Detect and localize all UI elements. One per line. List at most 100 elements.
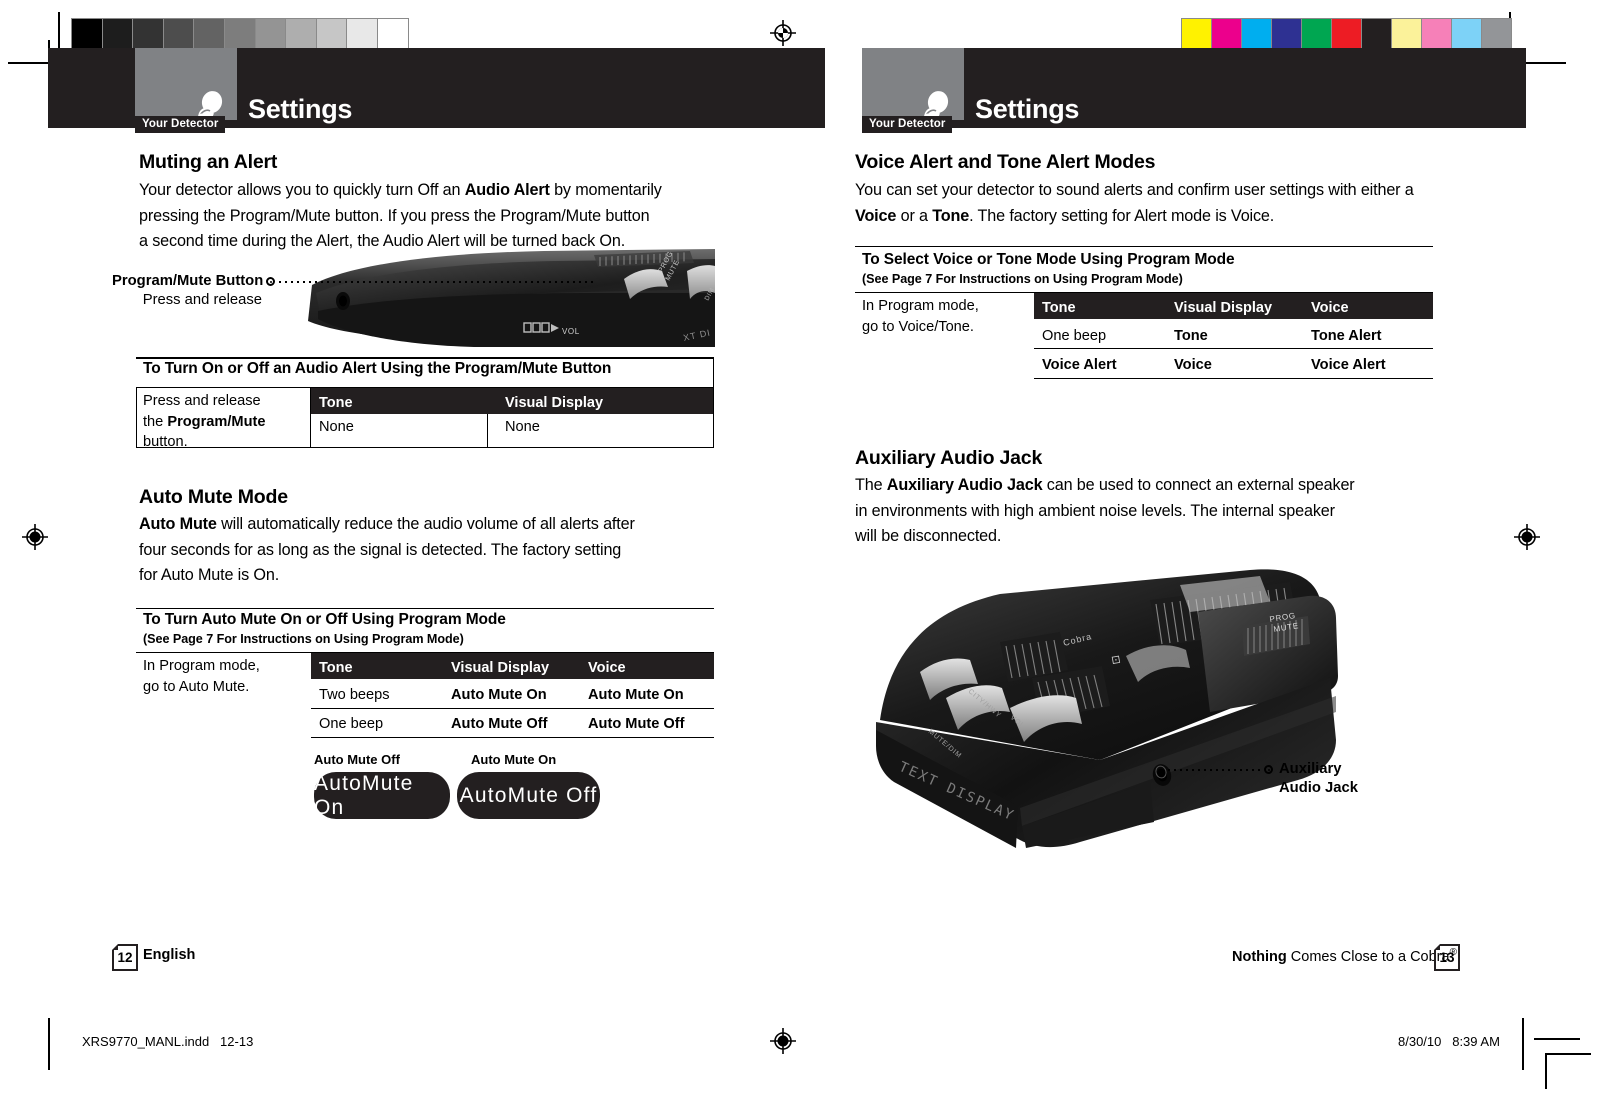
table2-subtitle: (See Page 7 For Instructions on Using Pr… [143, 632, 464, 646]
text-line: Your detector allows you to quickly turn… [139, 181, 662, 199]
gray-swatch-9 [347, 19, 378, 50]
program-mute-callout: Program/Mute Button Press and release [112, 272, 264, 310]
table3-r2c2: Voice [1174, 357, 1212, 373]
right-page-title: Settings [975, 94, 1080, 124]
registration-mark-left [22, 524, 48, 550]
table3-col-voice: Voice [1311, 300, 1349, 316]
color-swatch-1 [1212, 19, 1242, 50]
aux-jack-callout-line1: Auxiliary [1279, 761, 1342, 777]
left-section1-heading: Muting an Alert [139, 151, 278, 173]
tagline-bold: Nothing [1232, 948, 1287, 965]
text-line: the Program/Mute [143, 413, 266, 430]
text-line: pressing the Program/Mute button. If you… [139, 206, 650, 225]
text-line: button. [143, 434, 188, 450]
table1-vrule-left [136, 387, 137, 448]
table2-header-row: Tone Visual Display Voice [311, 653, 714, 679]
left-section2-body: Auto Mute will automatically reduce the … [139, 512, 699, 589]
table1-rule-bottom [136, 447, 714, 448]
right-section1-heading: Voice Alert and Tone Alert Modes [855, 151, 1156, 173]
table2-r1c3: Auto Mute On [588, 687, 684, 703]
table2-r2c1: One beep [319, 716, 384, 732]
table1-vrule-2 [487, 414, 488, 448]
registration-mark-top [770, 20, 796, 46]
table1-vrule-3 [713, 357, 714, 448]
table2-r1c1: Two beeps [319, 687, 390, 703]
table2-r1c2: Auto Mute On [451, 687, 547, 703]
table2-r2c2: Auto Mute Off [451, 716, 548, 732]
crop-mark-bl-v [48, 1018, 50, 1070]
grayscale-calibration-bar [71, 18, 409, 51]
slug-filename: XRS9770_MANL.indd 12-13 [82, 1034, 253, 1049]
aux-jack-callout: Auxiliary Audio Jack [1279, 760, 1358, 798]
text-line: In Program mode, [862, 298, 979, 314]
registration-mark-bottom [770, 1028, 796, 1054]
aux-jack-dot [1264, 765, 1273, 774]
table2-col-tone: Tone [319, 660, 353, 676]
table3-col-visual: Visual Display [1174, 300, 1273, 316]
crop-mark-br-v [1522, 1018, 1524, 1070]
left-section2-heading: Auto Mute Mode [139, 486, 288, 508]
table1-side-cell: Press and release the Program/Mute button. [143, 391, 303, 453]
color-swatch-10 [1482, 19, 1511, 50]
slug-timestamp: 8/30/10 8:39 AM [1398, 1034, 1500, 1049]
left-header-breadcrumb-chip: Your Detector [135, 116, 225, 133]
table3-row-rule [1034, 348, 1433, 349]
left-page-title: Settings [248, 94, 353, 124]
aux-jack-callout-line2: Audio Jack [1279, 780, 1358, 796]
table3-col-tone: Tone [1042, 300, 1076, 316]
text-line: The Auxiliary Audio Jack can be used to … [855, 476, 1355, 494]
table1-cell-visual: None [505, 419, 540, 435]
text-line: will be disconnected. [855, 527, 1002, 545]
crop-mark-br-v2 [1545, 1053, 1547, 1089]
text-line: for Auto Mute is On. [139, 566, 280, 584]
color-swatch-8 [1422, 19, 1452, 50]
right-section1-body: You can set your detector to sound alert… [855, 178, 1455, 229]
right-page-number: 13 [1434, 944, 1460, 971]
table3-rule-bottom [1034, 378, 1433, 379]
text-line: Auto Mute will automatically reduce the … [139, 515, 635, 533]
program-mute-callout-title: Program/Mute Button [112, 273, 264, 289]
text-line: in environments with high ambient noise … [855, 501, 1335, 520]
table2-col-voice: Voice [588, 660, 626, 676]
right-section2-heading: Auxiliary Audio Jack [855, 447, 1043, 469]
gray-swatch-2 [133, 19, 164, 50]
svg-text:VOL: VOL [562, 327, 580, 336]
text-line: In Program mode, [143, 658, 260, 674]
text-line: four seconds for as long as the signal i… [139, 540, 622, 559]
right-section2-body: The Auxiliary Audio Jack can be used to … [855, 473, 1455, 550]
table2-row-rule [311, 708, 714, 709]
gray-swatch-10 [377, 19, 408, 50]
table3-r1c3: Tone Alert [1311, 328, 1382, 344]
table2-rule-top [136, 608, 714, 609]
table3-r2c1: Voice Alert [1042, 357, 1117, 373]
table1-title: To Turn On or Off an Audio Alert Using t… [143, 360, 612, 377]
color-swatch-9 [1452, 19, 1482, 50]
slug-time-text: 8:39 AM [1452, 1034, 1500, 1049]
right-footer-tagline: Nothing Comes Close to a Cobra® [1232, 947, 1457, 965]
gray-swatch-6 [255, 19, 287, 50]
program-mute-callout-sub: Press and release [142, 292, 262, 308]
color-calibration-bar [1181, 18, 1512, 51]
table2-r2c3: Auto Mute Off [588, 716, 685, 732]
tagline-rest: Comes Close to a Cobra [1286, 948, 1450, 965]
manual-spread: Your Detector Settings Muting an Alert Y… [0, 0, 1601, 1099]
table2-rule-bottom [311, 737, 714, 738]
gray-swatch-7 [286, 19, 317, 50]
crop-mark-br-h2 [1545, 1053, 1591, 1055]
table3-r2c3: Voice Alert [1311, 357, 1386, 373]
detector-photo-left: PROG MUTE DIM VOL XT DI [294, 249, 715, 347]
gray-swatch-0 [72, 19, 103, 50]
color-swatch-7 [1392, 19, 1422, 50]
table1-vrule-1 [310, 388, 311, 448]
display2-screen: AutoMute Off [457, 772, 600, 819]
display1-label: Auto Mute Off [314, 752, 400, 767]
table3-header-row: Tone Visual Display Voice [1034, 293, 1433, 319]
table3-title: To Select Voice or Tone Mode Using Progr… [862, 251, 1235, 268]
display1-screen: AutoMute On [314, 772, 450, 819]
color-swatch-5 [1332, 19, 1362, 50]
text-line: go to Auto Mute. [143, 678, 250, 695]
text-line: Voice or a Tone. The factory setting for… [855, 206, 1275, 225]
aux-jack-leader [1168, 769, 1260, 771]
detector-photo-right: PROG MUTE TEXT DISPLAY MUTE/DIM CITY/HWY… [850, 560, 1390, 850]
gray-swatch-8 [316, 19, 348, 50]
